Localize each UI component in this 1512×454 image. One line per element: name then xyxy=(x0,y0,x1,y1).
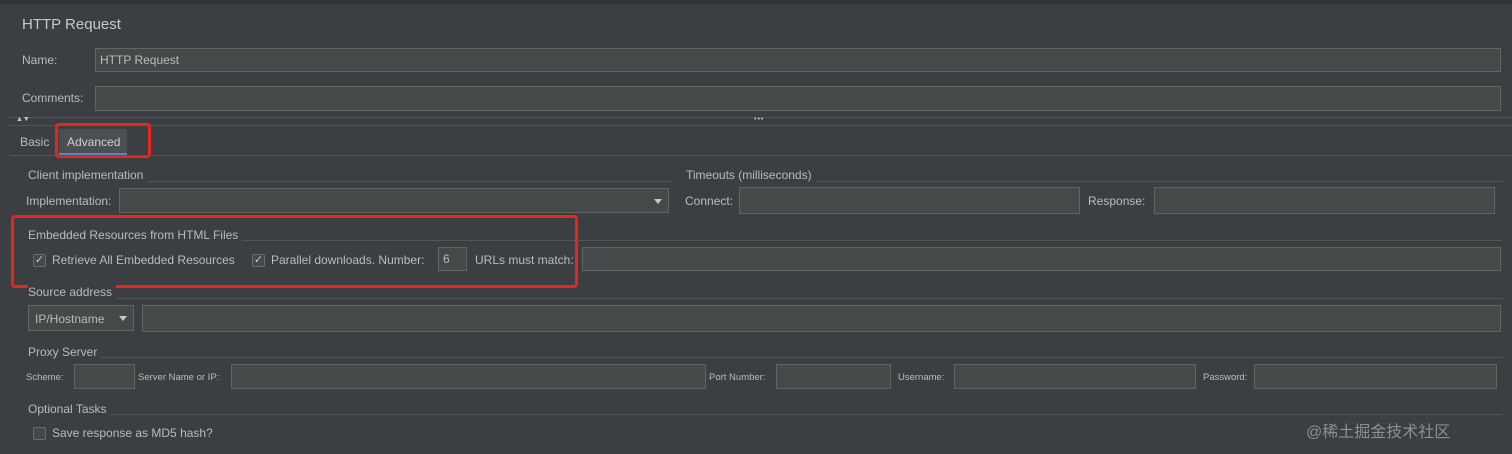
splitter-collapse-icon[interactable]: ▲▼ xyxy=(16,116,30,123)
implementation-label: Implementation: xyxy=(26,194,112,208)
md5-hash-label: Save response as MD5 hash? xyxy=(52,426,213,440)
source-section-line xyxy=(28,298,1502,299)
source-address-input[interactable] xyxy=(142,305,1501,332)
port-number-label: Port Number: xyxy=(709,372,766,383)
parallel-downloads-checkbox[interactable]: ✓ xyxy=(252,254,265,267)
embedded-resources-highlight xyxy=(11,215,578,288)
urls-must-match-input[interactable] xyxy=(582,247,1501,271)
client-section-title: Client implementation xyxy=(28,168,148,182)
watermark: @稀土掘金技术社区 xyxy=(1306,424,1451,441)
splitter-grip-icon[interactable]: ••• xyxy=(754,116,764,123)
md5-hash-checkbox[interactable] xyxy=(33,427,46,440)
scheme-input[interactable] xyxy=(74,364,135,389)
response-label: Response: xyxy=(1088,194,1146,208)
proxy-section-line xyxy=(28,357,1502,358)
parallel-number-input[interactable] xyxy=(438,247,467,271)
chevron-down-icon xyxy=(119,316,127,321)
optional-section-line xyxy=(28,414,1502,415)
page-title: HTTP Request xyxy=(22,16,121,33)
username-label: Username: xyxy=(898,372,945,383)
top-border xyxy=(0,0,1512,4)
server-name-label: Server Name or IP: xyxy=(138,372,220,383)
response-input[interactable] xyxy=(1154,187,1495,214)
comments-input[interactable] xyxy=(95,86,1501,111)
parallel-downloads-label: Parallel downloads. Number: xyxy=(271,253,425,267)
implementation-select[interactable] xyxy=(119,188,669,213)
urls-must-match-label: URLs must match: xyxy=(475,253,574,267)
password-input[interactable] xyxy=(1254,364,1497,389)
port-number-input[interactable] xyxy=(776,364,891,389)
name-label: Name: xyxy=(22,53,58,67)
proxy-section-title: Proxy Server xyxy=(28,345,102,359)
scheme-label: Scheme: xyxy=(26,372,64,383)
retrieve-embedded-checkbox[interactable]: ✓ xyxy=(33,254,46,267)
connect-label: Connect: xyxy=(685,194,734,208)
comments-label: Comments: xyxy=(22,91,84,105)
source-section-title: Source address xyxy=(28,285,117,299)
tab-advanced[interactable]: Advanced xyxy=(59,129,127,155)
username-input[interactable] xyxy=(954,364,1196,389)
embedded-section-title: Embedded Resources from HTML Files xyxy=(28,228,243,242)
tab-strip-separator xyxy=(10,155,1512,156)
tab-advanced-label: Advanced xyxy=(67,135,121,149)
retrieve-embedded-label: Retrieve All Embedded Resources xyxy=(52,253,235,267)
timeouts-section-title: Timeouts (milliseconds) xyxy=(686,168,816,182)
server-name-input[interactable] xyxy=(231,364,706,389)
tab-basic[interactable]: Basic xyxy=(20,135,49,149)
name-input[interactable] xyxy=(95,48,1501,72)
optional-section-title: Optional Tasks xyxy=(28,402,111,416)
connect-input[interactable] xyxy=(739,187,1080,214)
password-label: Password: xyxy=(1203,372,1248,383)
source-type-select[interactable]: IP/Hostname xyxy=(28,305,134,331)
source-type-value: IP/Hostname xyxy=(35,312,105,326)
chevron-down-icon xyxy=(654,198,662,204)
embedded-section-line xyxy=(28,240,1502,241)
